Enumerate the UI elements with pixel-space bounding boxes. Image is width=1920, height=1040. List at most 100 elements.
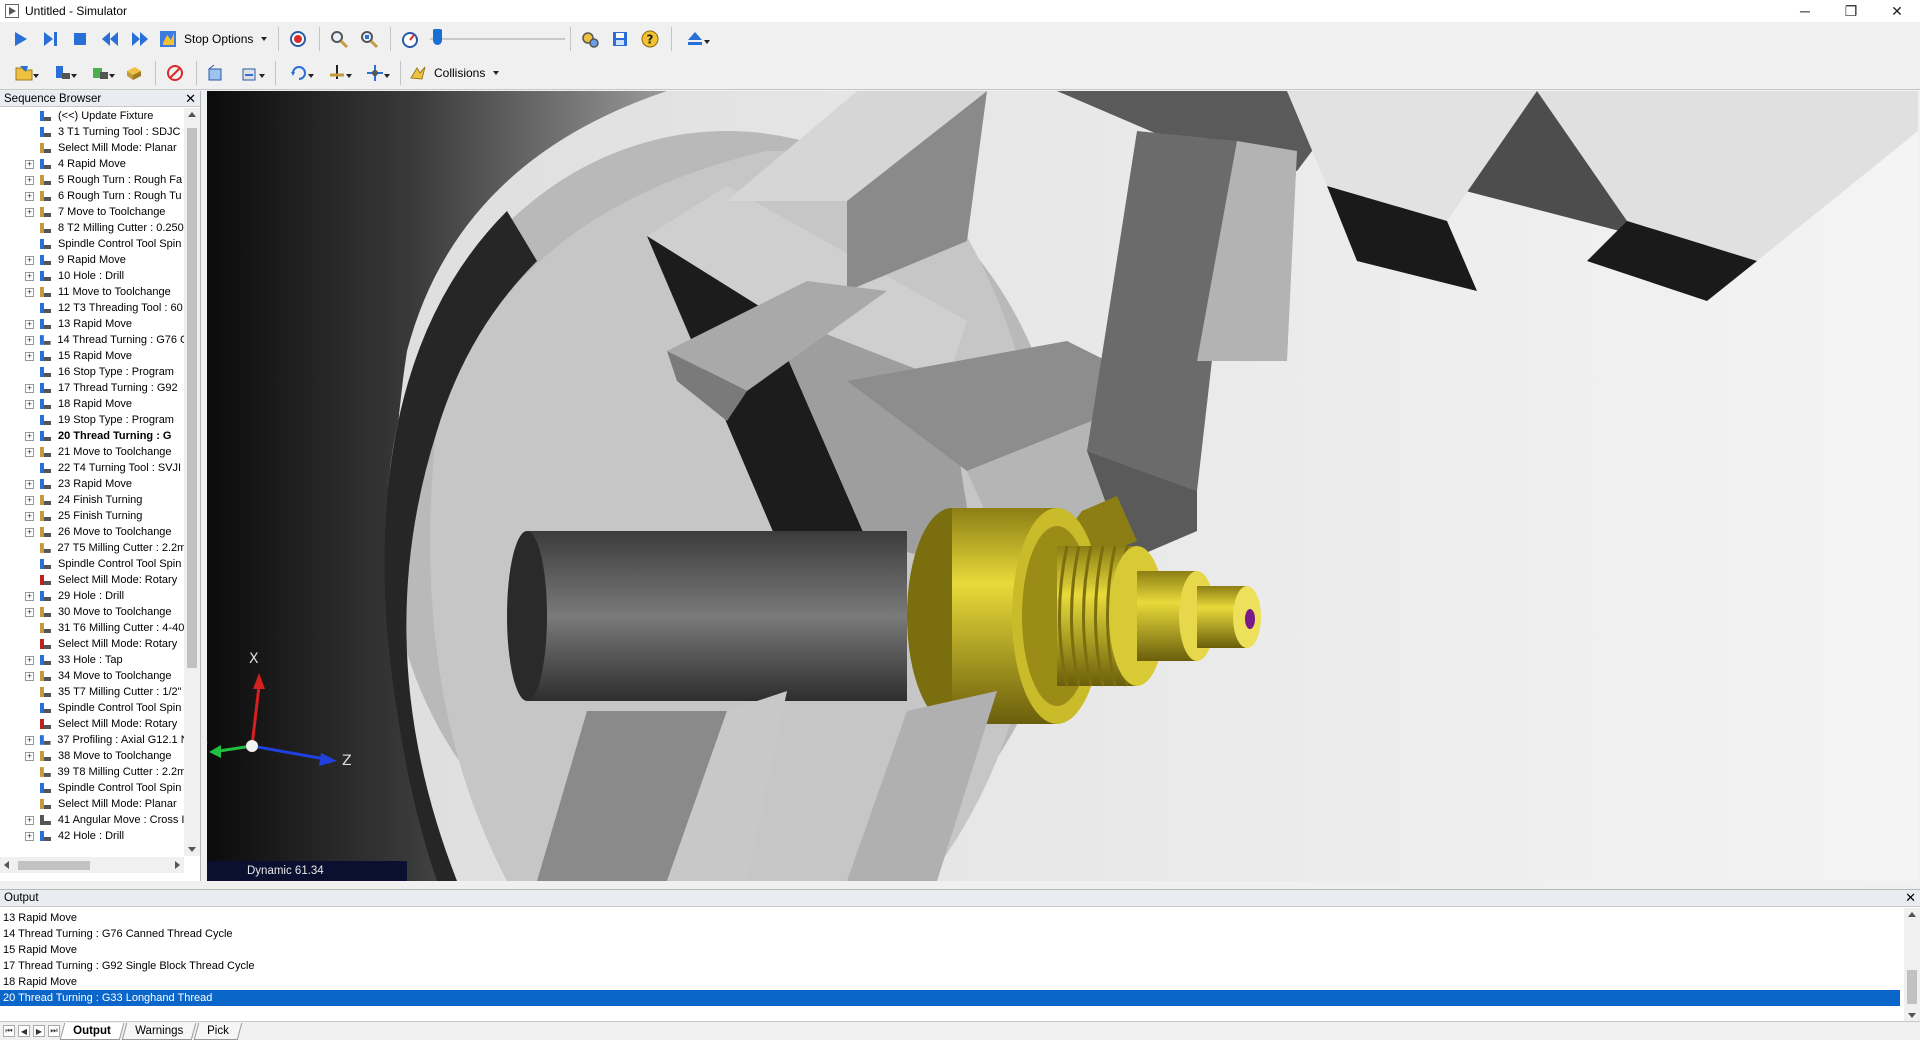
tree-item[interactable]: 8 T2 Milling Cutter : 0.250 <box>0 220 184 236</box>
expand-icon[interactable]: + <box>25 655 34 665</box>
tree-item[interactable]: +20 Thread Turning : G <box>0 428 184 444</box>
tree-item[interactable]: 19 Stop Type : Program <box>0 412 184 428</box>
tree-item[interactable]: +13 Rapid Move <box>0 316 184 332</box>
tab-warnings[interactable]: Warnings <box>121 1022 197 1040</box>
tree-item[interactable]: 27 T5 Milling Cutter : 2.2m <box>0 540 184 556</box>
tree-item[interactable]: +14 Thread Turning : G76 C <box>0 332 184 348</box>
expand-icon[interactable]: + <box>25 431 34 441</box>
tree-item[interactable]: Spindle Control Tool Spin <box>0 700 184 716</box>
tree-item[interactable]: +26 Move to Toolchange <box>0 524 184 540</box>
output-line[interactable]: 15 Rapid Move <box>0 942 1900 958</box>
tree-item[interactable]: Spindle Control Tool Spin <box>0 780 184 796</box>
play-button[interactable] <box>6 26 34 52</box>
expand-icon[interactable]: + <box>25 479 34 489</box>
tree-item[interactable]: 39 T8 Milling Cutter : 2.2m <box>0 764 184 780</box>
tree-item[interactable]: Select Mill Mode: Planar <box>0 796 184 812</box>
expand-icon[interactable]: + <box>25 527 34 537</box>
tree-item[interactable]: Spindle Control Tool Spin <box>0 556 184 572</box>
expand-icon[interactable]: + <box>25 671 34 681</box>
fixture-button[interactable] <box>120 60 148 86</box>
tree-item[interactable]: 16 Stop Type : Program <box>0 364 184 380</box>
save-button[interactable] <box>606 26 634 52</box>
tree-item[interactable]: +30 Move to Toolchange <box>0 604 184 620</box>
tree-item[interactable]: +29 Hole : Drill <box>0 588 184 604</box>
expand-icon[interactable]: + <box>25 495 34 505</box>
tree-item[interactable]: +5 Rough Turn : Rough Fa <box>0 172 184 188</box>
last-tab-icon[interactable]: ⏭ <box>48 1025 60 1037</box>
scroll-left-icon[interactable] <box>4 861 9 869</box>
speed-slider-thumb[interactable] <box>433 29 443 45</box>
expand-icon[interactable]: + <box>25 751 34 761</box>
step-button[interactable] <box>36 26 64 52</box>
tree-item[interactable]: +15 Rapid Move <box>0 348 184 364</box>
axis-dropdown[interactable] <box>319 60 355 86</box>
sequence-browser-close-button[interactable]: ✕ <box>185 92 196 105</box>
tree-item[interactable]: +6 Rough Turn : Rough Tu <box>0 188 184 204</box>
tree-item[interactable]: +18 Rapid Move <box>0 396 184 412</box>
simulation-viewport[interactable]: X Y Z Dynamic 61.34 <box>207 91 1918 881</box>
output-line[interactable]: 20 Thread Turning : G33 Longhand Thread <box>0 990 1900 1006</box>
tree-item[interactable]: +42 Hole : Drill <box>0 828 184 844</box>
prev-tab-icon[interactable]: ◀ <box>18 1025 30 1037</box>
expand-icon[interactable]: + <box>25 399 34 409</box>
section-dropdown[interactable] <box>357 60 393 86</box>
scrollbar-thumb[interactable] <box>1907 970 1917 1004</box>
tree-item[interactable]: 35 T7 Milling Cutter : 1/2" <box>0 684 184 700</box>
scrollbar-thumb[interactable] <box>187 128 197 668</box>
output-close-button[interactable]: ✕ <box>1905 891 1916 904</box>
tree-item[interactable]: (<<) Update Fixture <box>0 108 184 124</box>
view-iso-button[interactable] <box>202 60 230 86</box>
tree-item[interactable]: +11 Move to Toolchange <box>0 284 184 300</box>
expand-icon[interactable]: + <box>25 511 34 521</box>
scroll-up-icon[interactable] <box>1908 912 1916 917</box>
tree-item[interactable]: 12 T3 Threading Tool : 60 <box>0 300 184 316</box>
scroll-down-icon[interactable] <box>188 847 196 852</box>
tree-item[interactable]: Select Mill Mode: Rotary <box>0 572 184 588</box>
output-line[interactable]: 17 Thread Turning : G92 Single Block Thr… <box>0 958 1900 974</box>
tree-item[interactable]: +21 Move to Toolchange <box>0 444 184 460</box>
tree-item[interactable]: +41 Angular Move : Cross I <box>0 812 184 828</box>
tree-item[interactable]: 31 T6 Milling Cutter : 4-40 <box>0 620 184 636</box>
scrollbar-thumb[interactable] <box>18 861 90 870</box>
expand-icon[interactable]: + <box>25 319 34 329</box>
speed-button[interactable] <box>396 26 424 52</box>
tree-item[interactable]: +24 Finish Turning <box>0 492 184 508</box>
expand-icon[interactable]: + <box>25 831 34 841</box>
sequence-vertical-scrollbar[interactable] <box>184 108 200 856</box>
expand-icon[interactable]: + <box>25 271 34 281</box>
expand-icon[interactable]: + <box>25 175 34 185</box>
output-line[interactable]: 13 Rapid Move <box>0 910 1900 926</box>
output-vertical-scrollbar[interactable] <box>1904 908 1920 1022</box>
tree-item[interactable]: +38 Move to Toolchange <box>0 748 184 764</box>
machine-dropdown[interactable] <box>44 60 80 86</box>
expand-icon[interactable]: + <box>25 207 34 217</box>
help-button[interactable]: ? <box>636 26 664 52</box>
open-dropdown[interactable] <box>6 60 42 86</box>
tree-item[interactable]: +23 Rapid Move <box>0 476 184 492</box>
expand-icon[interactable]: + <box>25 255 34 265</box>
rewind-button[interactable] <box>96 26 124 52</box>
expand-icon[interactable]: + <box>25 287 34 297</box>
expand-icon[interactable]: + <box>25 159 34 169</box>
next-tab-icon[interactable]: ▶ <box>33 1025 45 1037</box>
record-button[interactable] <box>284 26 312 52</box>
stop-button[interactable] <box>66 26 94 52</box>
sequence-horizontal-scrollbar[interactable] <box>0 857 184 873</box>
tree-item[interactable]: +17 Thread Turning : G92 <box>0 380 184 396</box>
eject-dropdown[interactable] <box>677 26 713 52</box>
tab-output[interactable]: Output <box>59 1022 124 1040</box>
expand-icon[interactable]: + <box>25 607 34 617</box>
tree-item[interactable]: +37 Profiling : Axial G12.1 N <box>0 732 184 748</box>
stock-dropdown[interactable] <box>82 60 118 86</box>
expand-icon[interactable]: + <box>25 447 34 457</box>
tree-item[interactable]: 3 T1 Turning Tool : SDJC <box>0 124 184 140</box>
collisions-dropdown[interactable]: Collisions <box>406 60 505 86</box>
minimize-button[interactable]: ─ <box>1782 0 1828 22</box>
tab-pick[interactable]: Pick <box>193 1022 242 1040</box>
tree-item[interactable]: Select Mill Mode: Rotary <box>0 716 184 732</box>
expand-icon[interactable]: + <box>25 591 34 601</box>
tree-item[interactable]: +9 Rapid Move <box>0 252 184 268</box>
scroll-down-icon[interactable] <box>1908 1013 1916 1018</box>
tree-item[interactable]: +34 Move to Toolchange <box>0 668 184 684</box>
expand-icon[interactable]: + <box>25 815 34 825</box>
